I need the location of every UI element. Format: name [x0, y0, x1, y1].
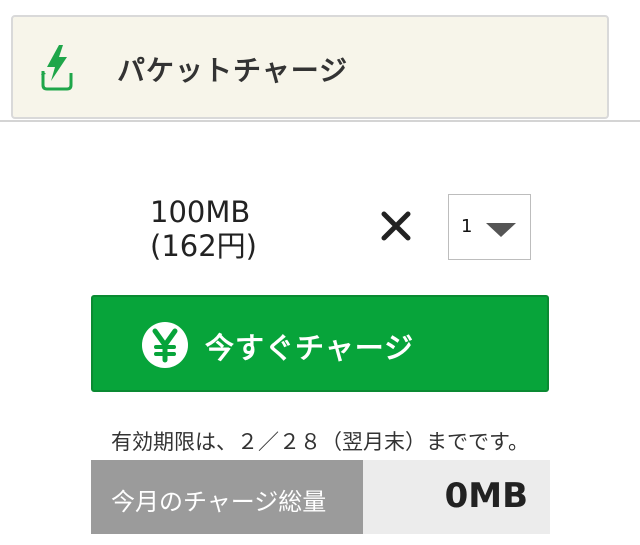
times-icon: [381, 211, 411, 241]
monthly-total-label: 今月のチャージ総量: [111, 488, 327, 516]
monthly-total-value: 0MB: [444, 476, 528, 516]
plan-price: (162円): [150, 229, 257, 263]
header-section: パケットチャージ: [0, 0, 640, 122]
charge-now-button[interactable]: 今すぐチャージ: [91, 295, 549, 392]
expiry-note: 有効期限は、２／２８（翌月末）までです。: [111, 430, 529, 454]
quantity-value: 1: [461, 216, 473, 237]
monthly-total-row: 今月のチャージ総量 0MB: [91, 460, 550, 534]
packet-charge-header: パケットチャージ: [11, 15, 609, 119]
dropdown-triangle-icon: [486, 223, 516, 237]
yen-circle-icon: [142, 322, 188, 368]
charge-button-label: 今すぐチャージ: [205, 331, 415, 365]
page-title: パケットチャージ: [117, 54, 349, 87]
monthly-total-value-box: 0MB: [363, 460, 550, 534]
plan-info: 100MB (162円): [150, 195, 310, 263]
lightning-charge-icon: [41, 45, 73, 91]
quantity-select[interactable]: 1: [448, 194, 531, 260]
monthly-total-label-box: 今月のチャージ総量: [91, 460, 363, 534]
plan-size: 100MB: [150, 195, 251, 229]
